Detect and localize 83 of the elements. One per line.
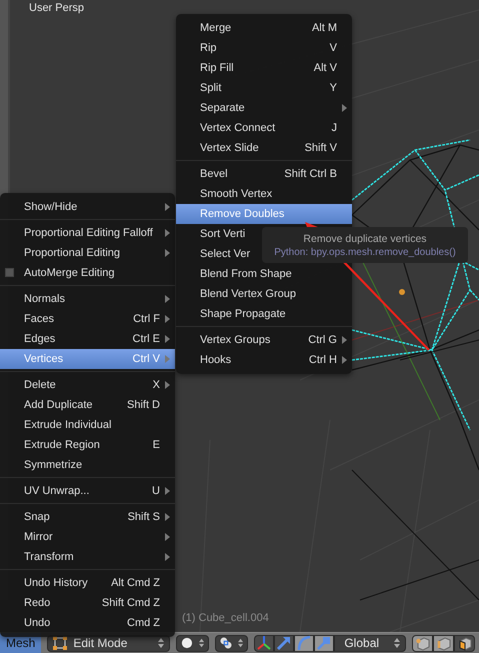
checkbox[interactable] [5,268,14,277]
arc-icon [296,635,312,651]
sphere-icon [181,636,194,650]
select-mode-button[interactable] [412,634,434,652]
shortcut-label: Shift S [128,511,160,523]
shortcut-label: X [152,379,160,391]
object-info-label: (1) Cube_cell.004 [182,612,269,624]
manipulator-button[interactable] [274,634,294,652]
orientation-dropdown[interactable]: Global [334,634,406,652]
menu-item[interactable]: Extrude Region E [0,435,175,455]
menu-item[interactable]: Undo Cmd Z [0,613,175,633]
manipulator-button[interactable] [314,634,334,652]
menu-item[interactable]: Add Duplicate Shift D [0,395,175,415]
shortcut-label: Alt V [314,62,337,74]
up-down-arrow-icon [238,637,244,649]
cube-vertex-icon [415,636,430,650]
shortcut-label: Ctrl V [132,353,160,365]
pivot-dropdown[interactable] [215,634,248,652]
shortcut-label: Alt Cmd Z [111,577,160,589]
menu-item[interactable]: Blend From Shape [176,264,352,284]
up-down-arrow-icon [394,637,400,649]
shortcut-label: E [152,439,160,451]
menu-item[interactable]: Vertex Groups Ctrl G [176,330,352,350]
manipulator-button[interactable] [254,634,274,652]
menu-item[interactable]: Redo Shift Cmd Z [0,593,175,613]
mesh-edit-icon [53,636,68,650]
shortcut-label: Cmd Z [127,617,160,629]
shortcut-label: U [152,485,160,497]
manipulator-button[interactable] [294,634,314,652]
axes-icon [256,635,272,651]
menu-item[interactable]: Shape Propagate [176,304,352,324]
menu-item[interactable]: Proportional Editing [0,243,175,263]
menu-item[interactable]: Rip V [176,38,352,58]
shortcut-label: Shift D [126,399,160,411]
menu-item[interactable]: Blend Vertex Group [176,284,352,304]
tooltip-description: Remove duplicate vertices [303,232,427,244]
menu-item[interactable]: Separate [176,98,352,118]
menu-item[interactable]: AutoMerge Editing [0,263,175,283]
up-down-arrow-icon [158,637,164,649]
menu-item[interactable]: Merge Alt M [176,18,352,38]
menu-item[interactable]: Split Y [176,78,352,98]
pivot-circles-icon [220,636,232,650]
menu-item[interactable]: Normals [0,289,175,309]
menu-item[interactable]: Show/Hide [0,197,175,217]
menu-item[interactable]: Transform [0,547,175,567]
menu-item[interactable]: Bevel Shift Ctrl B [176,164,352,184]
menu-item[interactable]: Proportional Editing Falloff [0,223,175,243]
cube-edge-icon [436,636,452,650]
cube-face-icon [457,636,472,650]
menu-item[interactable]: Edges Ctrl E [0,329,175,349]
select-mode-button[interactable] [454,634,476,652]
select-mode-button[interactable] [433,634,454,652]
menu-item[interactable]: Mirror [0,527,175,547]
menu-item[interactable]: Vertex Slide Shift V [176,138,352,158]
origin-dot [399,289,405,295]
menu-item[interactable]: Vertex Connect J [176,118,352,138]
arrow-icon [276,635,292,651]
up-down-arrow-icon [199,637,204,649]
menu-item[interactable]: Hooks Ctrl H [176,350,352,370]
shortcut-label: Ctrl F [133,313,160,325]
tooltip-python: Python: bpy.ops.mesh.remove_doubles() [274,246,456,258]
shortcut-label: Shift Cmd Z [102,597,160,609]
menu-item[interactable]: UV Unwrap... U [0,481,175,501]
view-label: User Persp [29,2,84,14]
menu-item[interactable]: Delete X [0,375,175,395]
shortcut-label: Ctrl E [132,333,160,345]
shortcut-label: Ctrl H [308,354,337,366]
menu-item[interactable]: Rip Fill Alt V [176,58,352,78]
shading-dropdown[interactable] [176,634,210,652]
menu-item[interactable]: Extrude Individual [0,415,175,435]
menu-item[interactable]: Faces Ctrl F [0,309,175,329]
shortcut-label: V [330,42,337,54]
shortcut-label: Ctrl G [308,334,337,346]
scale-handle-icon [316,635,332,651]
menu-item[interactable]: Snap Shift S [0,507,175,527]
menu-item[interactable]: Symmetrize [0,455,175,475]
menu-item[interactable]: Smooth Vertex [176,184,352,204]
shortcut-label: Shift Ctrl B [284,168,337,180]
shortcut-label: Alt M [312,22,337,34]
shortcut-label: J [332,122,337,134]
shortcut-label: Shift V [304,142,337,154]
menu-item[interactable]: Undo History Alt Cmd Z [0,573,175,593]
shortcut-label: Y [330,82,337,94]
